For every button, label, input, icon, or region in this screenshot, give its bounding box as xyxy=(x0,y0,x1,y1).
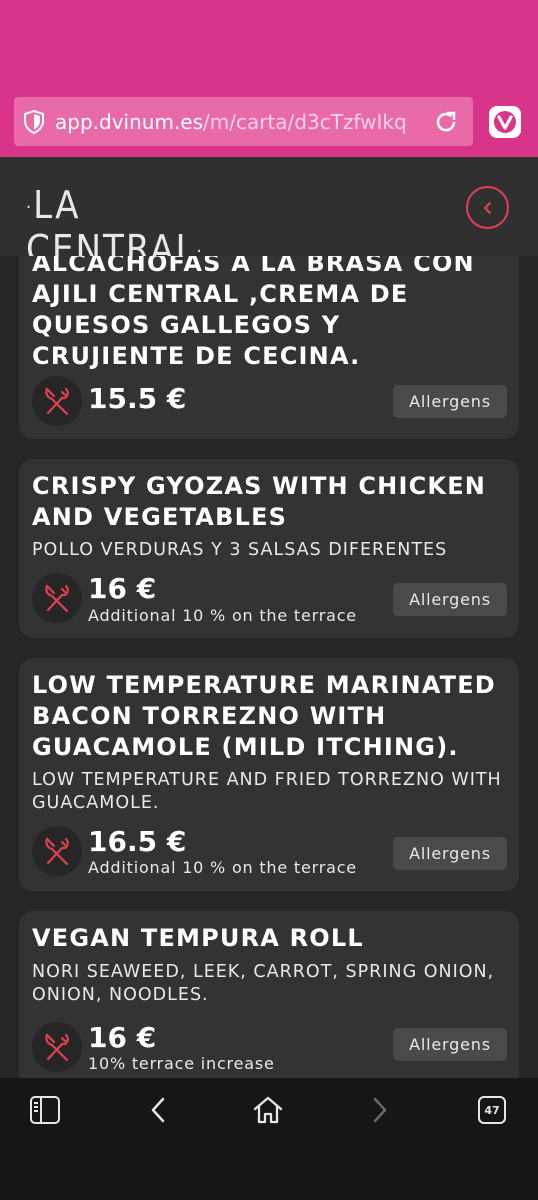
panel-toggle-button[interactable] xyxy=(28,1093,62,1127)
url-text[interactable]: app.dvinum.es/m/carta/d3cTzfwIkq xyxy=(55,110,425,134)
address-bar[interactable]: app.dvinum.es/m/carta/d3cTzfwIkq xyxy=(14,97,473,146)
back-button[interactable] xyxy=(466,186,509,229)
sidebar-panel-icon xyxy=(30,1096,60,1124)
nav-forward-button[interactable] xyxy=(363,1093,397,1127)
item-name: ALCACHOFAS A LA BRASA CON AJILI CENTRAL … xyxy=(32,256,475,370)
tab-switcher-button[interactable]: 47 xyxy=(475,1093,509,1127)
item-description: LOW TEMPERATURE AND FRIED TORREZNO WITH … xyxy=(32,770,502,813)
chevron-left-icon xyxy=(151,1097,165,1123)
allergens-button[interactable]: Allergens xyxy=(393,1028,507,1061)
chevron-left-icon xyxy=(483,201,491,214)
site-logo[interactable]: ·LA CENTRAL· xyxy=(26,183,226,271)
item-price-note: Additional 10 % on the terrace xyxy=(88,606,357,625)
url-host: app.dvinum.es xyxy=(55,109,204,134)
cutlery-icon-holder xyxy=(32,826,82,876)
cutlery-icon-holder xyxy=(32,376,82,426)
cutlery-icon xyxy=(45,837,69,866)
item-description: POLLO VERDURAS Y 3 SALSAS DIFERENTES xyxy=(32,540,448,560)
cutlery-icon-holder xyxy=(32,1022,82,1072)
item-price-note: Additional 10 % on the terrace xyxy=(88,858,357,877)
cutlery-icon xyxy=(45,1033,69,1062)
home-button[interactable] xyxy=(251,1093,285,1127)
allergens-button[interactable]: Allergens xyxy=(393,385,507,418)
item-name: CRISPY GYOZAS WITH CHICKEN AND VEGETABLE… xyxy=(32,472,487,531)
cutlery-icon-holder xyxy=(32,573,82,623)
cutlery-icon xyxy=(45,387,69,416)
item-description: NORI SEAWEED, LEEK, CARROT, SPRING ONION… xyxy=(32,962,495,1005)
item-name: LOW TEMPERATURE MARINATED BACON TORREZNO… xyxy=(32,671,496,761)
menu-list[interactable]: ALCACHOFAS A LA BRASA CON AJILI CENTRAL … xyxy=(0,256,538,1078)
cutlery-icon xyxy=(45,584,69,613)
tab-count: 47 xyxy=(478,1096,506,1124)
home-icon xyxy=(253,1096,283,1124)
allergens-button[interactable]: Allergens xyxy=(393,837,507,870)
chevron-right-icon xyxy=(373,1097,387,1123)
menu-item-card: ALCACHOFAS A LA BRASA CON AJILI CENTRAL … xyxy=(19,256,519,439)
nav-back-button[interactable] xyxy=(141,1093,175,1127)
menu-item-card: CRISPY GYOZAS WITH CHICKEN AND VEGETABLE… xyxy=(19,459,519,638)
item-price: 16 € xyxy=(88,1021,157,1054)
item-name: VEGAN TEMPURA ROLL xyxy=(32,924,364,952)
menu-item-card: VEGAN TEMPURA ROLL NORI SEAWEED, LEEK, C… xyxy=(19,911,519,1078)
url-path: /m/carta/d3cTzfwIkq xyxy=(203,109,407,134)
menu-item-card: LOW TEMPERATURE MARINATED BACON TORREZNO… xyxy=(19,658,519,891)
item-price: 16.5 € xyxy=(88,825,187,858)
shield-icon xyxy=(24,109,44,134)
reload-icon[interactable] xyxy=(433,109,459,135)
item-price: 15.5 € xyxy=(88,382,187,415)
item-price: 16 € xyxy=(88,572,157,605)
item-price-note: 10% terrace increase xyxy=(88,1054,275,1073)
allergens-button[interactable]: Allergens xyxy=(393,583,507,616)
vivaldi-menu-button[interactable] xyxy=(489,106,521,138)
vivaldi-logo-icon xyxy=(494,111,516,133)
